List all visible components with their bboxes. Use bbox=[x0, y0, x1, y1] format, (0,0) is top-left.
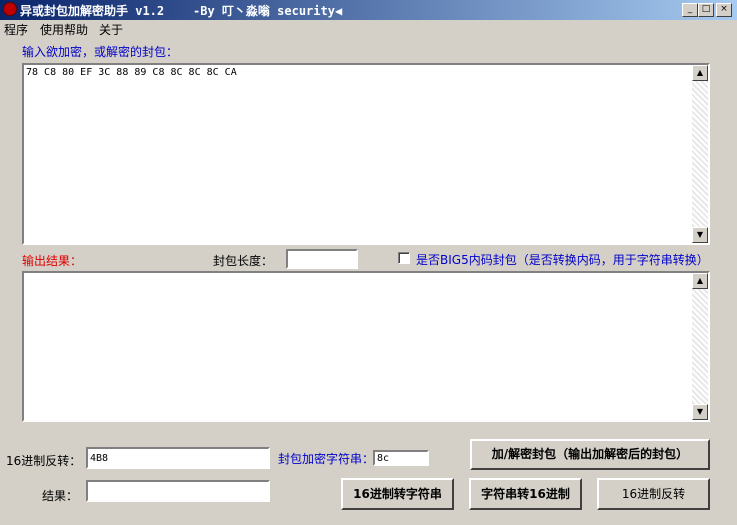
input-text: 78 C8 80 EF 3C 88 89 C8 8C 8C 8C CA bbox=[26, 67, 237, 78]
minimize-button[interactable]: _ bbox=[682, 3, 698, 17]
input-scrollbar[interactable]: ▲ ▼ bbox=[692, 65, 708, 243]
result-input[interactable] bbox=[86, 480, 270, 502]
hex-reverse-button[interactable]: 16进制反转 bbox=[597, 478, 710, 510]
scroll-up-icon[interactable]: ▲ bbox=[692, 65, 708, 81]
output-textarea[interactable]: ▲ ▼ bbox=[22, 271, 710, 422]
menu-about[interactable]: 关于 bbox=[99, 21, 123, 38]
output-label: 输出结果： bbox=[22, 254, 83, 268]
menu-program[interactable]: 程序 bbox=[4, 21, 28, 38]
hex-reverse-input[interactable]: 4B8 bbox=[86, 447, 270, 469]
scroll-down-icon[interactable]: ▼ bbox=[692, 227, 708, 243]
hex-reverse-label: 16进制反转： bbox=[6, 454, 82, 468]
maximize-button[interactable]: □ bbox=[698, 3, 714, 17]
big5-label: 是否BIG5内码封包（是否转换内码，用于字符串转换） bbox=[416, 253, 709, 267]
app-icon bbox=[3, 2, 17, 16]
output-scrollbar[interactable]: ▲ ▼ bbox=[692, 273, 708, 420]
key-label: 封包加密字符串： bbox=[278, 452, 375, 466]
length-input[interactable] bbox=[286, 249, 358, 269]
string-to-hex-button[interactable]: 字符串转16进制 bbox=[469, 478, 582, 510]
menu-help[interactable]: 使用帮助 bbox=[40, 21, 88, 38]
window-title: 异或封包加解密助手 v1.2 -By 叮丶淼嗡 security◀ bbox=[20, 4, 343, 18]
key-input[interactable]: 8c bbox=[373, 450, 429, 466]
result-label: 结果： bbox=[42, 489, 79, 503]
close-button[interactable]: × bbox=[716, 3, 732, 17]
scroll-down-icon[interactable]: ▼ bbox=[692, 404, 708, 420]
input-textarea[interactable]: 78 C8 80 EF 3C 88 89 C8 8C 8C 8C CA ▲ ▼ bbox=[22, 63, 710, 245]
scroll-up-icon[interactable]: ▲ bbox=[692, 273, 708, 289]
length-label: 封包长度： bbox=[213, 254, 274, 268]
encrypt-decrypt-button[interactable]: 加/解密封包（输出加解密后的封包） bbox=[470, 439, 710, 470]
hex-to-string-button[interactable]: 16进制转字符串 bbox=[341, 478, 454, 510]
big5-checkbox[interactable] bbox=[398, 252, 410, 264]
input-label: 输入欲加密，或解密的封包： bbox=[22, 45, 179, 59]
